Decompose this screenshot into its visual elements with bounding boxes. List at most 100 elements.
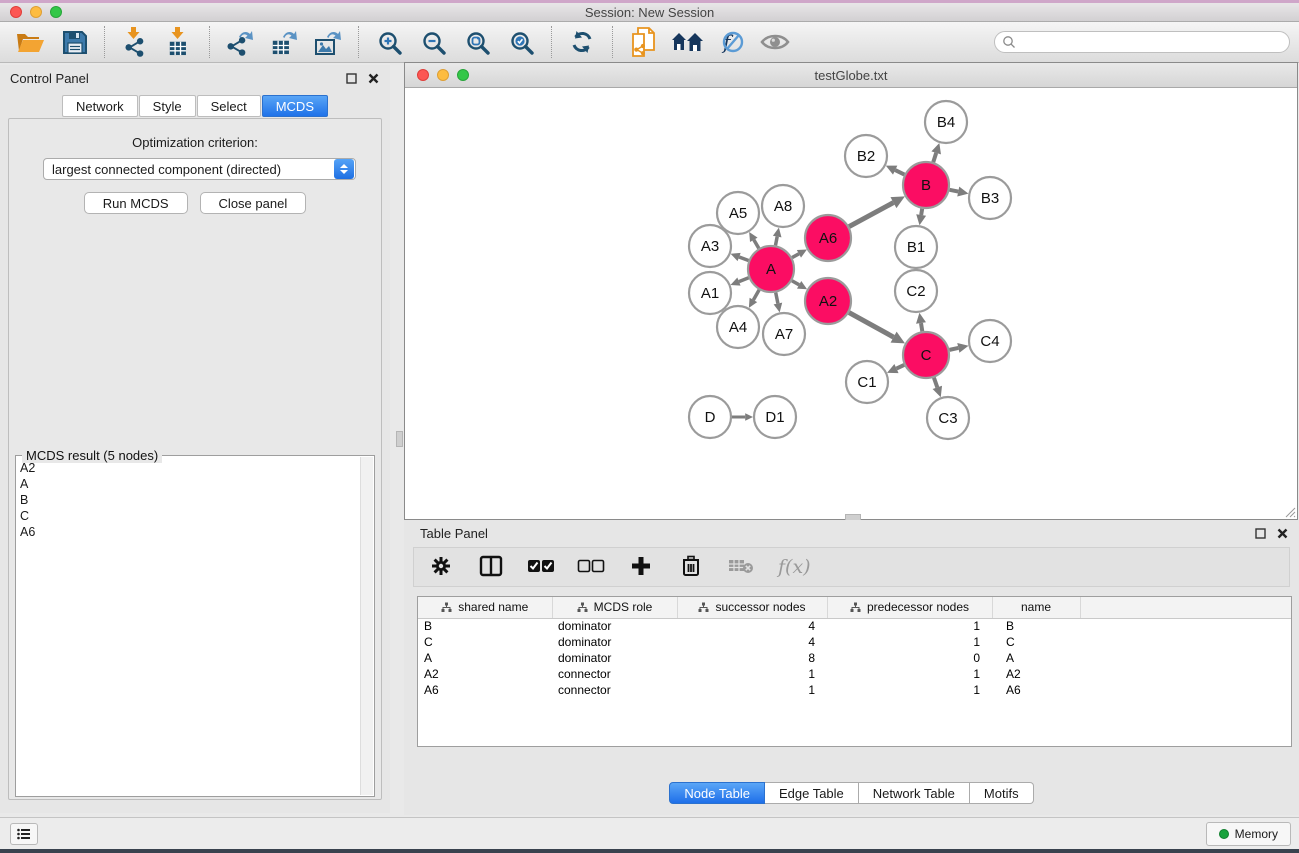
table-row[interactable]: A6connector11 A6: [418, 682, 1291, 698]
network-canvas[interactable]: B4 B2 B B3 A5 A8 A6 A3 A B1 A1 A2 C2 A4 …: [405, 88, 1297, 519]
result-item[interactable]: A6: [20, 524, 360, 540]
table-row[interactable]: A2connector11 A2: [418, 666, 1291, 682]
duplicate-network-button[interactable]: [627, 26, 659, 58]
edge-A-A5[interactable]: [754, 240, 759, 249]
delete-column-button[interactable]: [678, 554, 704, 580]
graph-node-B[interactable]: B: [903, 162, 949, 208]
add-column-button[interactable]: [628, 554, 654, 580]
column-header[interactable]: successor nodes: [677, 597, 827, 618]
result-item[interactable]: C: [20, 508, 360, 524]
graph-node-C[interactable]: C: [903, 332, 949, 378]
zoom-fit-button[interactable]: [461, 26, 493, 58]
mcds-result-list[interactable]: A2ABCA6: [20, 460, 360, 794]
table-row[interactable]: Adominator80 A: [418, 650, 1291, 666]
graph-node-A7[interactable]: A7: [763, 313, 805, 355]
tab-select[interactable]: Select: [197, 95, 261, 117]
tab-network-table[interactable]: Network Table: [859, 782, 970, 804]
open-file-button[interactable]: [14, 26, 46, 58]
close-panel-button[interactable]: Close panel: [200, 192, 307, 214]
graph-node-A3[interactable]: A3: [689, 225, 731, 267]
edge-A-A4[interactable]: [753, 290, 759, 300]
resize-grip-icon[interactable]: [1282, 504, 1296, 518]
import-network-button[interactable]: [119, 26, 151, 58]
zoom-out-button[interactable]: [417, 26, 449, 58]
hide-fx-button[interactable]: f: [715, 26, 747, 58]
zoom-in-button[interactable]: [373, 26, 405, 58]
graph-node-B3[interactable]: B3: [969, 177, 1011, 219]
show-graphics-button[interactable]: [759, 26, 791, 58]
tab-mcds[interactable]: MCDS: [262, 95, 328, 117]
graph-node-A4[interactable]: A4: [717, 306, 759, 348]
table-float-panel-icon[interactable]: [1254, 527, 1267, 540]
run-mcds-button[interactable]: Run MCDS: [84, 192, 188, 214]
graph-node-C2[interactable]: C2: [895, 270, 937, 312]
export-network-button[interactable]: [224, 26, 256, 58]
graph-node-A1[interactable]: A1: [689, 272, 731, 314]
graph-node-A2[interactable]: A2: [805, 278, 851, 324]
result-item[interactable]: A2: [20, 460, 360, 476]
split-panel-button[interactable]: [478, 554, 504, 580]
edge-A-A2[interactable]: [792, 281, 799, 285]
tab-node-table[interactable]: Node Table: [669, 782, 765, 804]
result-item[interactable]: B: [20, 492, 360, 508]
graph-node-C1[interactable]: C1: [846, 361, 888, 403]
result-scrollbar[interactable]: [360, 457, 373, 795]
graph-node-A5[interactable]: A5: [717, 192, 759, 234]
task-history-button[interactable]: [10, 823, 38, 845]
edge-B-B3[interactable]: [950, 190, 959, 192]
deselect-all-button[interactable]: [578, 554, 604, 580]
edge-A2-C[interactable]: [849, 313, 894, 338]
graph-node-D[interactable]: D: [689, 396, 731, 438]
graph-node-A6[interactable]: A6: [805, 215, 851, 261]
tab-edge-table[interactable]: Edge Table: [765, 782, 859, 804]
node-table[interactable]: shared nameMCDS rolesuccessor nodesprede…: [417, 596, 1292, 747]
graph-node-B1[interactable]: B1: [895, 226, 937, 268]
column-header[interactable]: MCDS role: [552, 597, 677, 618]
table-row[interactable]: Cdominator41 C: [418, 634, 1291, 650]
vertical-split-handle[interactable]: [396, 431, 403, 447]
zoom-selected-button[interactable]: [505, 26, 537, 58]
search-box[interactable]: [994, 31, 1290, 53]
refresh-button[interactable]: [566, 26, 598, 58]
edge-A-A7[interactable]: [776, 293, 778, 304]
export-image-button[interactable]: [312, 26, 344, 58]
graph-node-A[interactable]: A: [748, 246, 794, 292]
memory-button[interactable]: Memory: [1206, 822, 1291, 846]
table-row[interactable]: Bdominator41 B: [418, 618, 1291, 634]
float-panel-icon[interactable]: [345, 72, 358, 85]
graph-node-D1[interactable]: D1: [754, 396, 796, 438]
home-button[interactable]: [671, 26, 703, 58]
edge-A6-B[interactable]: [849, 203, 893, 227]
edge-C-C1[interactable]: [896, 365, 904, 369]
result-item[interactable]: A: [20, 476, 360, 492]
column-header[interactable]: predecessor nodes: [827, 597, 992, 618]
tab-motifs[interactable]: Motifs: [970, 782, 1034, 804]
graph-node-B4[interactable]: B4: [925, 101, 967, 143]
select-all-button[interactable]: [528, 554, 554, 580]
criterion-dropdown[interactable]: largest connected component (directed): [43, 158, 356, 180]
column-header[interactable]: shared name: [418, 597, 552, 618]
tab-network[interactable]: Network: [62, 95, 138, 117]
save-session-button[interactable]: [58, 26, 90, 58]
graph-node-C3[interactable]: C3: [927, 397, 969, 439]
edge-B-B4[interactable]: [933, 153, 936, 162]
edge-C-C2[interactable]: [921, 323, 922, 331]
network-window-titlebar[interactable]: testGlobe.txt: [405, 63, 1297, 88]
graph-node-B2[interactable]: B2: [845, 135, 887, 177]
edge-A-A8[interactable]: [775, 237, 777, 246]
search-input[interactable]: [1016, 33, 1289, 51]
edge-C-C4[interactable]: [949, 348, 958, 350]
graph-node-C4[interactable]: C4: [969, 320, 1011, 362]
tab-style[interactable]: Style: [139, 95, 196, 117]
edge-A-A1[interactable]: [739, 278, 749, 282]
column-header[interactable]: name: [992, 597, 1080, 618]
edge-A-A6[interactable]: [792, 254, 799, 258]
table-close-panel-icon[interactable]: [1276, 527, 1289, 540]
export-table-button[interactable]: [268, 26, 300, 58]
edge-B-B2[interactable]: [895, 170, 904, 174]
edge-B-B1[interactable]: [921, 209, 922, 215]
edge-C-C3[interactable]: [934, 378, 937, 388]
close-panel-icon[interactable]: [367, 72, 380, 85]
graph-node-A8[interactable]: A8: [762, 185, 804, 227]
edge-A-A3[interactable]: [739, 257, 748, 261]
